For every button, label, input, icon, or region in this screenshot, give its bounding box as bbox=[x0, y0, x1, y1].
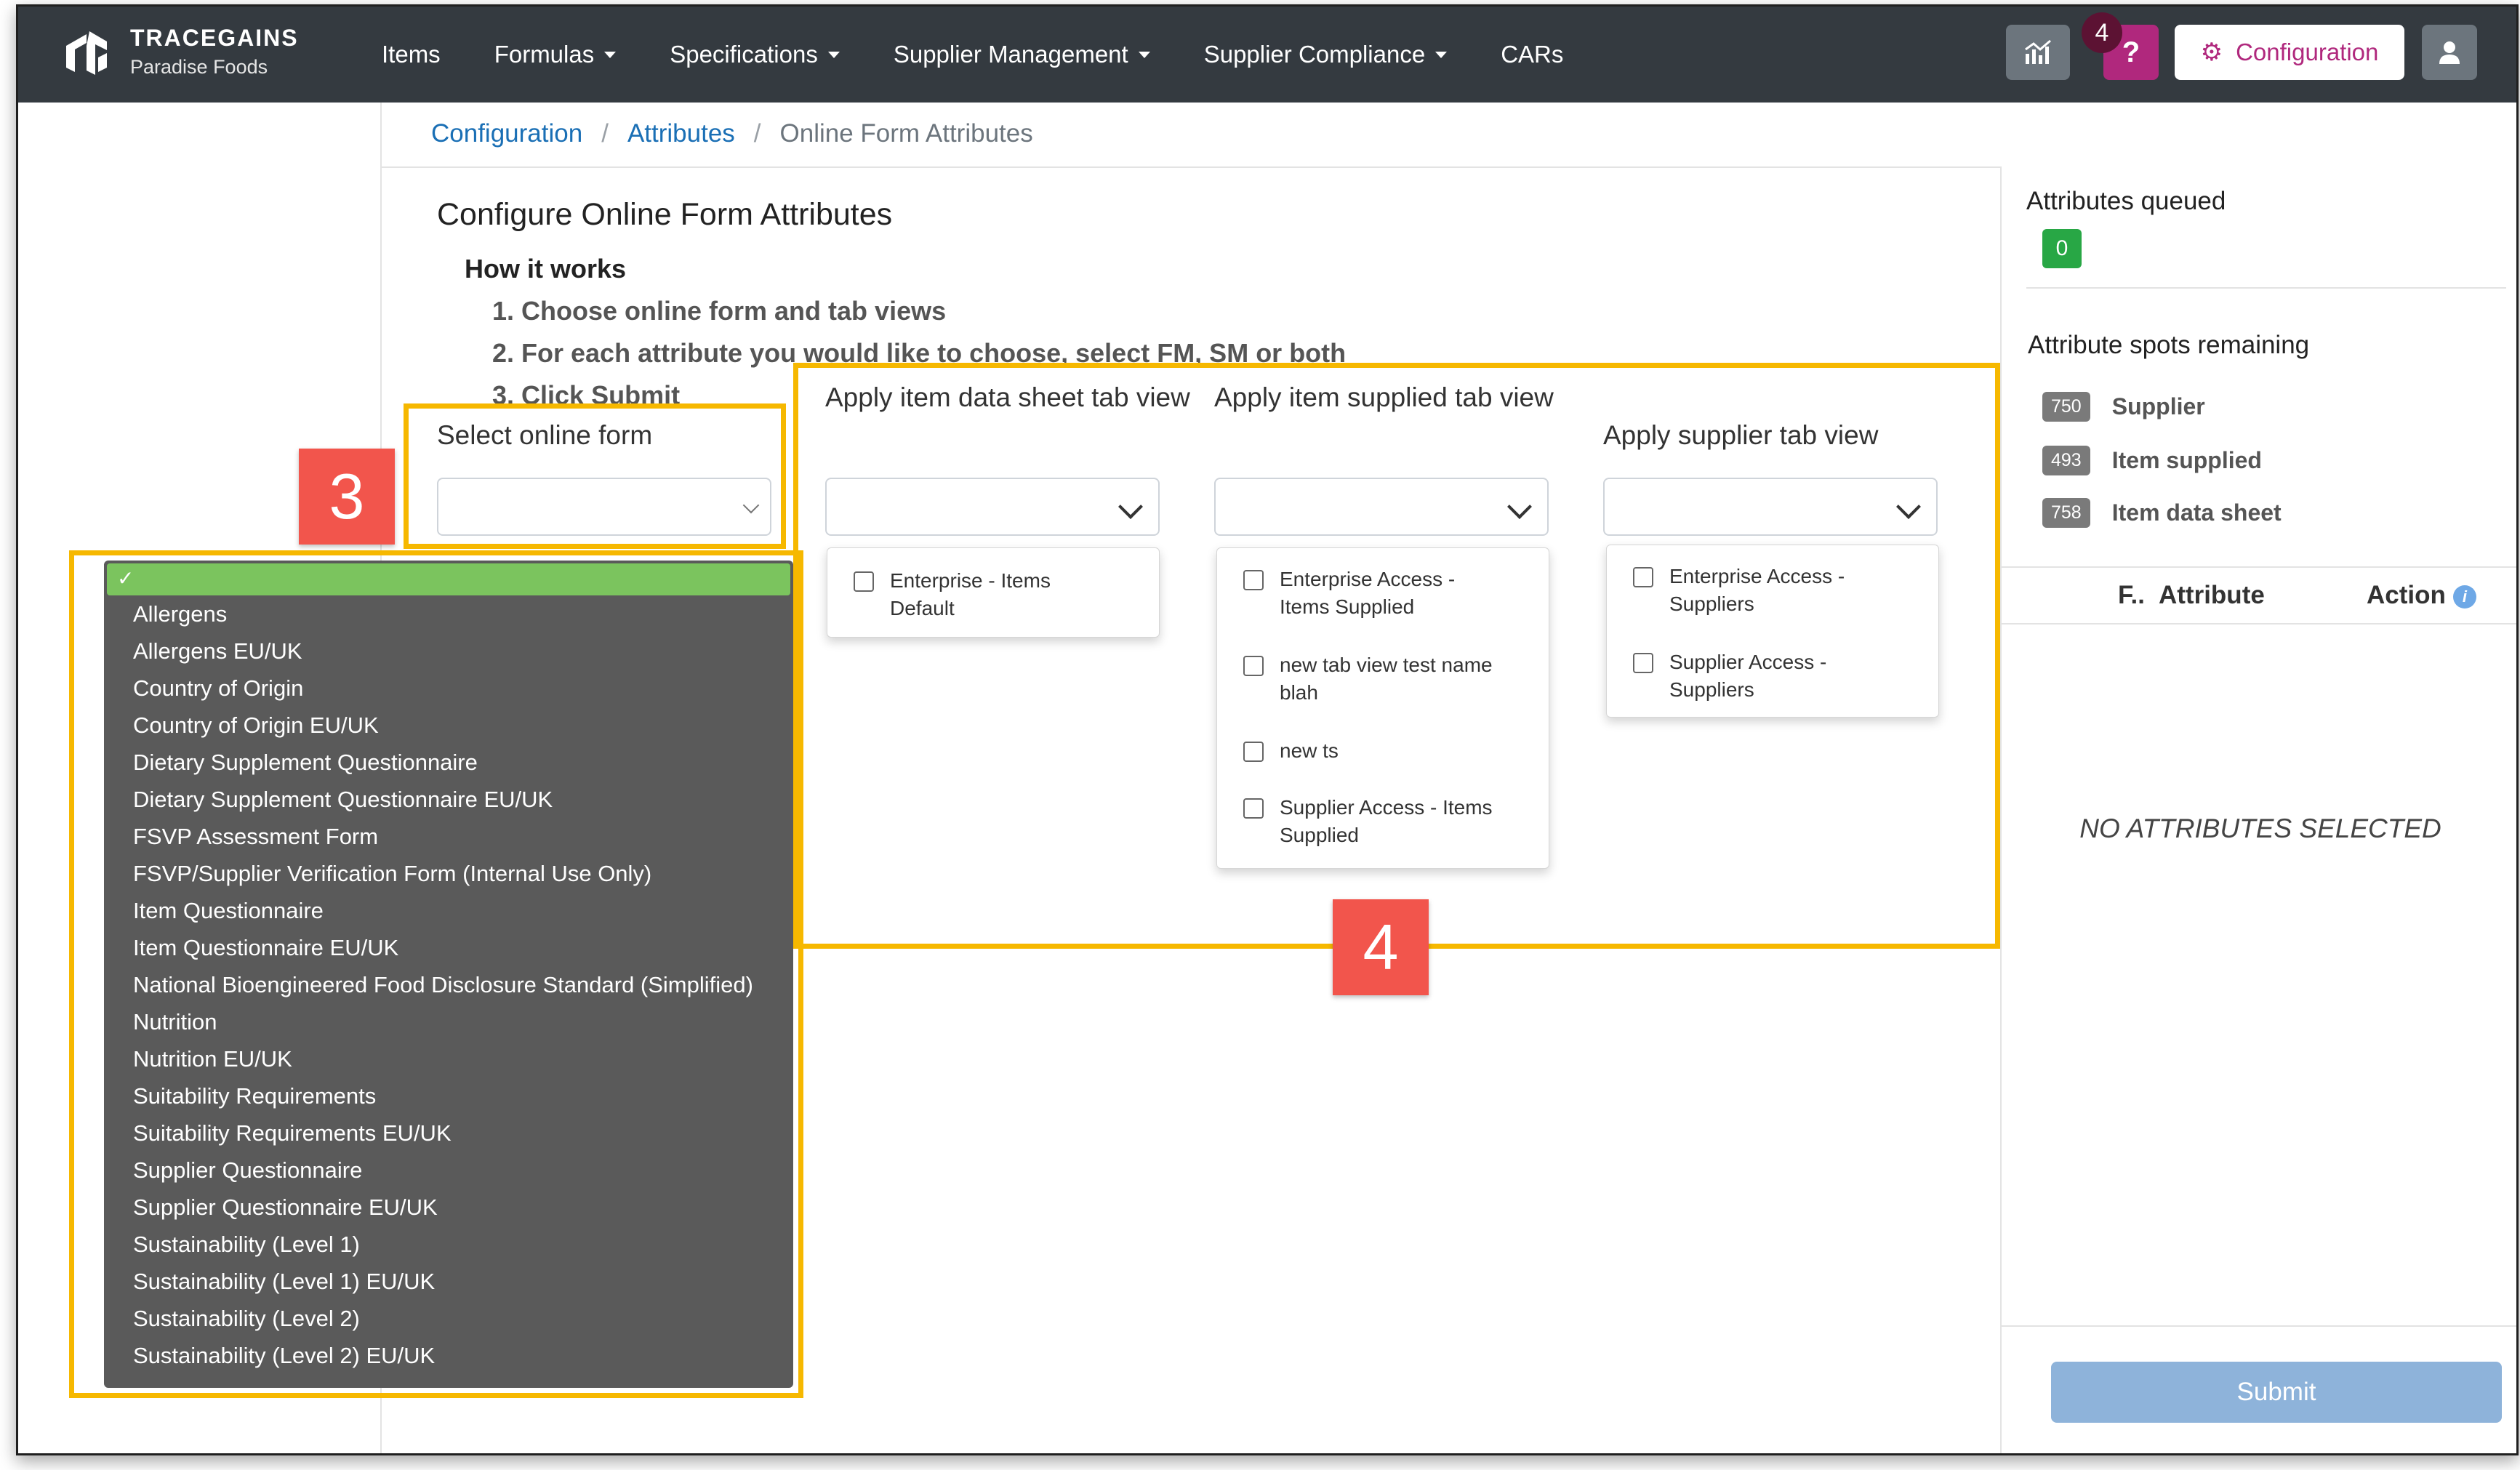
highlight-box-form-list bbox=[69, 550, 803, 1398]
step-marker-3: 3 bbox=[299, 449, 395, 545]
nav-items[interactable]: Items bbox=[382, 41, 441, 68]
gear-icon: ⚙ bbox=[2200, 39, 2223, 66]
org-name: Paradise Foods bbox=[130, 56, 268, 78]
caret-down-icon bbox=[1138, 51, 1150, 58]
count-badge: 750 bbox=[2042, 392, 2090, 422]
spot-label: Supplier bbox=[2111, 393, 2205, 419]
main-nav: Items Formulas Specifications Supplier M… bbox=[382, 7, 1617, 103]
count-badge: 493 bbox=[2042, 446, 2090, 475]
breadcrumb-current: Online Form Attributes bbox=[779, 119, 1033, 148]
highlight-box-online-form bbox=[404, 403, 786, 549]
breadcrumb-separator: / bbox=[753, 119, 761, 148]
notification-badge: 4 bbox=[2082, 12, 2122, 53]
user-menu-button[interactable] bbox=[2422, 25, 2477, 80]
question-icon: ? bbox=[2122, 36, 2140, 68]
spot-row-item-data-sheet: 758 Item data sheet bbox=[2042, 498, 2282, 528]
column-header-f[interactable]: F.. bbox=[2118, 581, 2145, 610]
nav-supplier-compliance[interactable]: Supplier Compliance bbox=[1204, 41, 1448, 68]
count-badge: 758 bbox=[2042, 498, 2090, 528]
configuration-button[interactable]: ⚙ Configuration bbox=[2175, 25, 2404, 80]
empty-state-message: NO ATTRIBUTES SELECTED bbox=[2079, 814, 2441, 843]
caret-down-icon bbox=[827, 51, 840, 58]
nav-specifications[interactable]: Specifications bbox=[670, 41, 840, 68]
info-icon[interactable]: i bbox=[2452, 585, 2476, 609]
chart-icon bbox=[2025, 39, 2051, 64]
breadcrumb: Configuration / Attributes / Online Form… bbox=[431, 119, 1033, 148]
caret-down-icon bbox=[1435, 51, 1448, 58]
breadcrumb-separator: / bbox=[601, 119, 609, 148]
configuration-label: Configuration bbox=[2236, 39, 2379, 65]
queued-count-badge: 0 bbox=[2042, 229, 2082, 268]
submit-button[interactable]: Submit bbox=[2051, 1362, 2502, 1423]
instruction-step-1: 1. Choose online form and tab views bbox=[492, 296, 947, 326]
column-header-action: Action i bbox=[2367, 581, 2476, 610]
brand-name: TRACEGAINS bbox=[130, 25, 299, 51]
spot-label: Item data sheet bbox=[2111, 499, 2282, 526]
breadcrumb-attributes[interactable]: Attributes bbox=[627, 119, 735, 148]
spot-row-item-supplied: 493 Item supplied bbox=[2042, 446, 2262, 475]
highlight-box-tab-views bbox=[793, 363, 2000, 949]
spots-remaining-title: Attribute spots remaining bbox=[2028, 331, 2310, 359]
analytics-button[interactable] bbox=[2006, 25, 2070, 80]
attributes-queued-title: Attributes queued bbox=[2026, 187, 2226, 215]
nav-formulas[interactable]: Formulas bbox=[494, 41, 617, 68]
divider bbox=[2000, 1325, 2516, 1327]
step-marker-4: 4 bbox=[1333, 899, 1429, 995]
page-title: Configure Online Form Attributes bbox=[437, 197, 893, 232]
app-window: TRACEGAINS Paradise Foods Items Formulas… bbox=[16, 4, 2519, 1455]
action-label: Action bbox=[2367, 581, 2446, 609]
caret-down-icon bbox=[604, 51, 617, 58]
top-navbar: TRACEGAINS Paradise Foods Items Formulas… bbox=[18, 7, 2516, 103]
spot-row-supplier: 750 Supplier bbox=[2042, 392, 2205, 422]
nav-supplier-management[interactable]: Supplier Management bbox=[894, 41, 1150, 68]
spot-label: Item supplied bbox=[2111, 447, 2262, 473]
nav-cars[interactable]: CARs bbox=[1501, 41, 1563, 68]
divider bbox=[2026, 287, 2506, 289]
breadcrumb-configuration[interactable]: Configuration bbox=[431, 119, 582, 148]
divider bbox=[2000, 623, 2516, 624]
user-icon bbox=[2439, 41, 2460, 64]
divider bbox=[2000, 566, 2516, 568]
how-it-works-heading: How it works bbox=[465, 254, 627, 284]
column-header-attribute[interactable]: Attribute bbox=[2159, 581, 2265, 610]
logo[interactable]: TRACEGAINS Paradise Foods bbox=[62, 24, 299, 79]
tracegains-logo-icon bbox=[66, 31, 107, 75]
